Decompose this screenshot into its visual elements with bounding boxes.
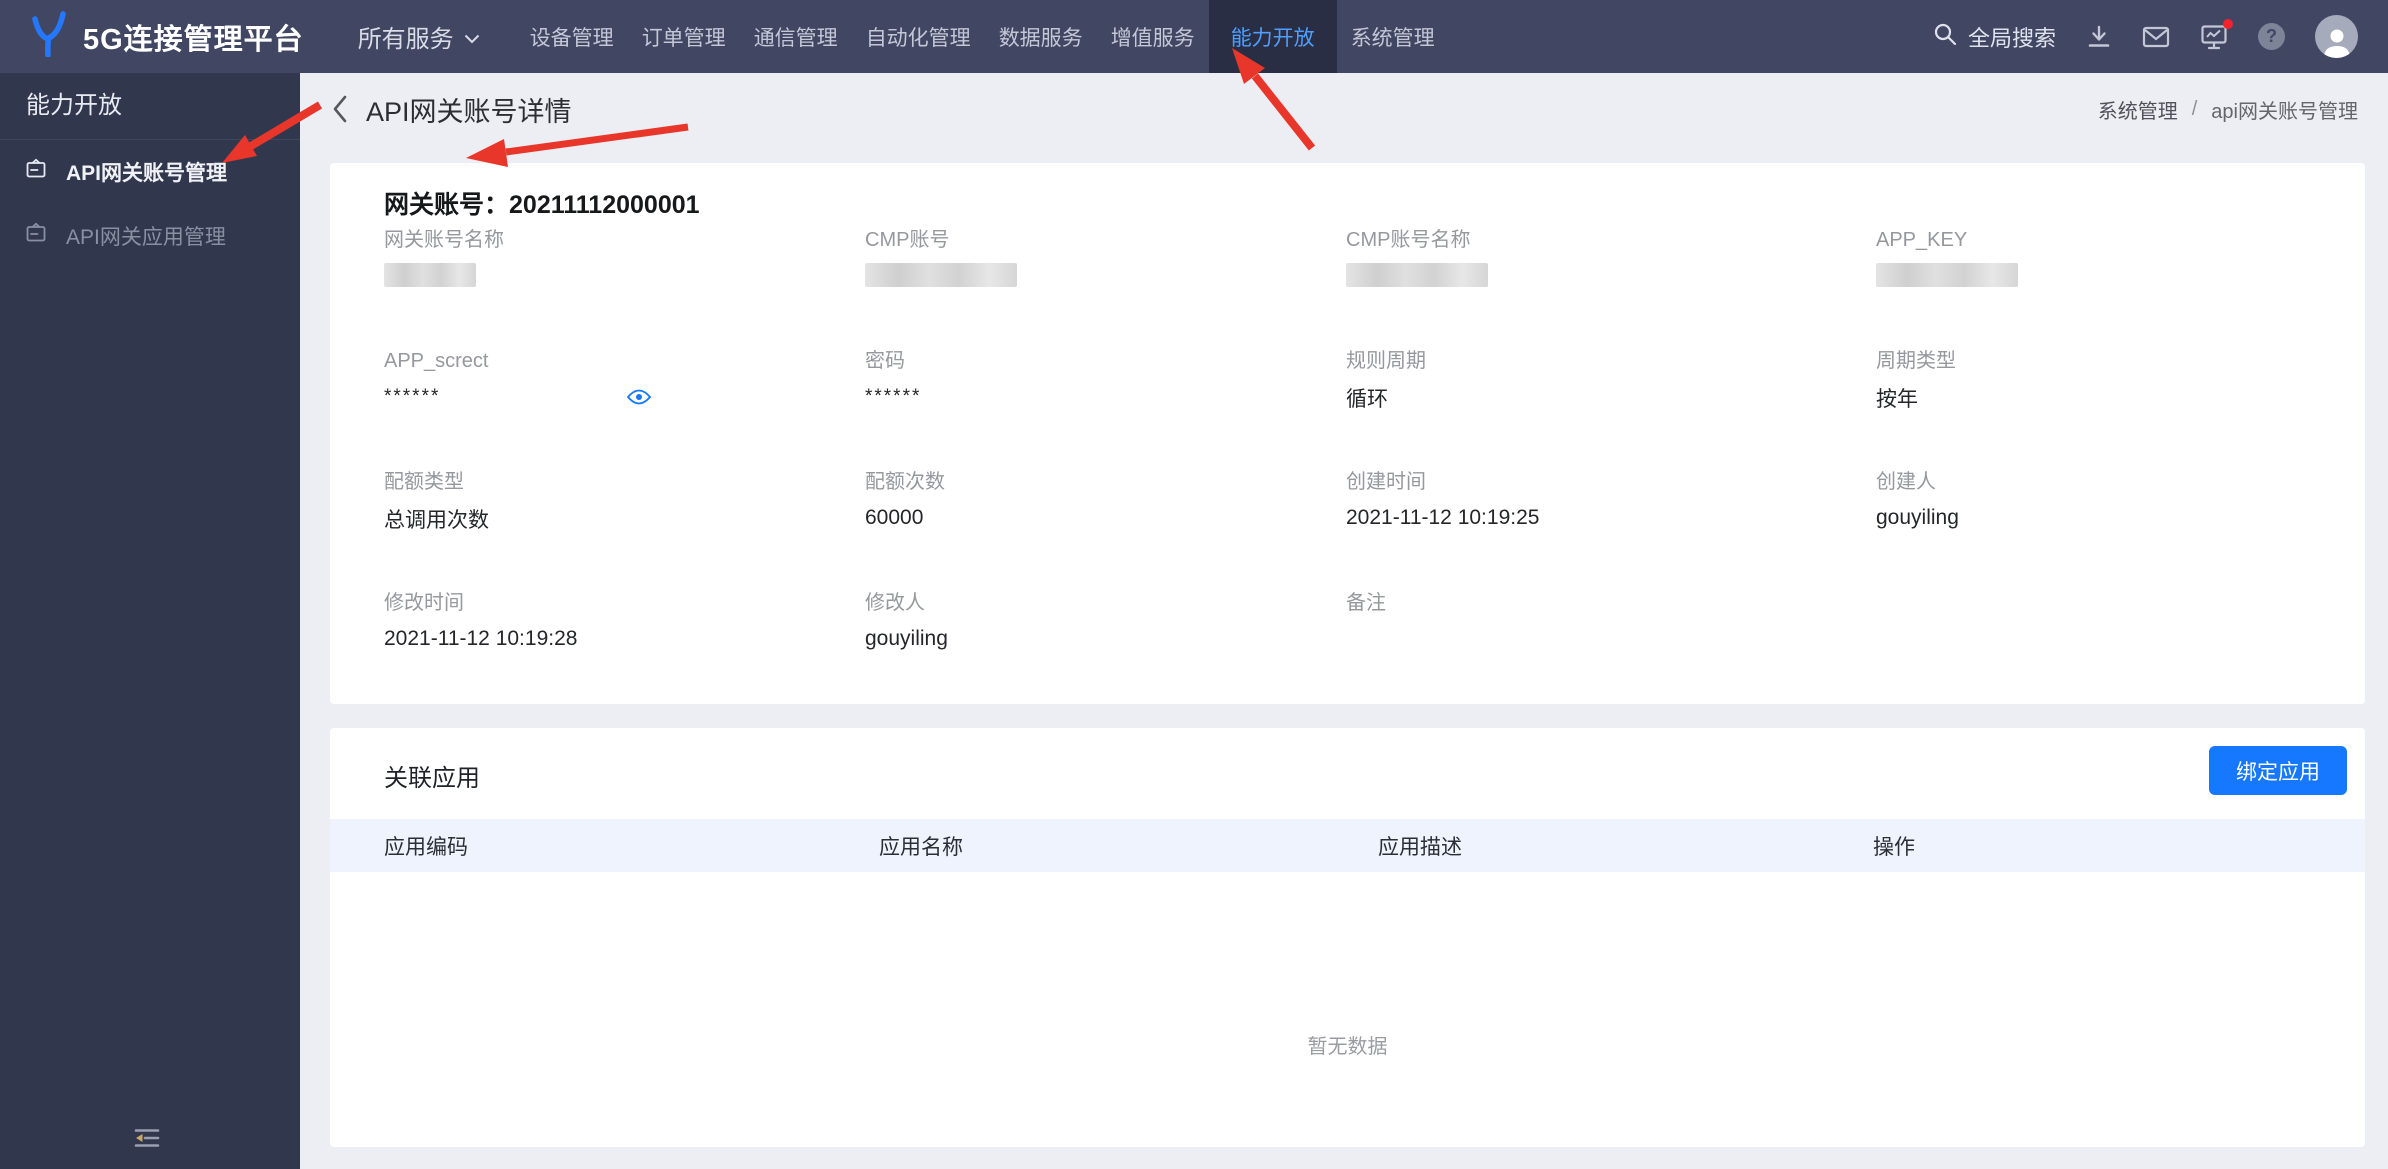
sidebar-item-label: API网关应用管理 — [66, 226, 226, 249]
show-secret-eye-icon[interactable] — [626, 388, 652, 406]
column-actions: 操作 — [1873, 835, 1915, 859]
field-app-secret: APP_screct ****** — [384, 348, 865, 469]
sidebar-item-api-gateway-app[interactable]: API网关应用管理 — [0, 204, 300, 268]
related-apps-table-header: 应用编码 应用名称 应用描述 操作 — [330, 819, 2365, 872]
nav-data-services[interactable]: 数据服务 — [985, 0, 1097, 73]
clipboard-icon — [24, 221, 48, 251]
breadcrumb-separator: / — [2191, 97, 2198, 120]
redacted-value — [1346, 263, 1488, 287]
field-cmp-account-name: CMP账号名称 — [1346, 227, 1876, 348]
field-create-time: 创建时间 2021-11-12 10:19:25 — [1346, 471, 1540, 529]
message-icon[interactable] — [2142, 25, 2170, 49]
platform-title: 5G连接管理平台 — [83, 23, 304, 56]
redacted-value — [1876, 263, 2018, 287]
nav-order-management[interactable]: 订单管理 — [628, 0, 740, 73]
global-search-label: 全局搜索 — [1967, 25, 2056, 51]
redacted-value — [384, 263, 476, 287]
field-rule-cycle: 规则周期 循环 — [1346, 350, 1426, 411]
monitor-icon[interactable] — [2200, 19, 2233, 50]
app-root: 5G连接管理平台 所有服务 设备管理 订单管理 通信管理 自动化管理 数据服务 … — [0, 0, 2388, 1169]
nav-automation-management[interactable]: 自动化管理 — [852, 0, 985, 73]
primary-nav: 所有服务 设备管理 订单管理 通信管理 自动化管理 数据服务 增值服务 能力开放… — [344, 0, 1449, 73]
nav-communication-management[interactable]: 通信管理 — [740, 0, 852, 73]
page-header: API网关账号详情 系统管理 / api网关账号管理 — [300, 73, 2388, 145]
sidebar-item-label: API网关账号管理 — [66, 162, 228, 185]
detail-fields-grid: 网关账号名称 CMP账号 CMP账号名称 APP_KEY APP_screct … — [384, 227, 2345, 711]
field-modify-time: 修改时间 2021-11-12 10:19:28 — [384, 592, 578, 650]
nav-capability-opening[interactable]: 能力开放 — [1208, 0, 1337, 73]
chevron-down-icon — [464, 23, 480, 51]
breadcrumb-current: api网关账号管理 — [2211, 100, 2358, 123]
gateway-account-title: 网关账号：20211112000001 — [384, 191, 700, 219]
field-cmp-account: CMP账号 — [865, 227, 1346, 348]
search-icon — [1932, 21, 1958, 53]
sidebar-collapse-icon[interactable] — [128, 1122, 166, 1159]
nav-all-services[interactable]: 所有服务 — [344, 0, 494, 73]
field-remark: 备注 — [1346, 592, 1386, 614]
page-title: API网关账号详情 — [366, 96, 572, 127]
global-search[interactable]: 全局搜索 — [1932, 21, 2056, 53]
nav-value-added-services[interactable]: 增值服务 — [1097, 0, 1209, 73]
column-app-description: 应用描述 — [1378, 835, 1462, 859]
related-apps-title: 关联应用 — [384, 765, 480, 792]
field-app-key: APP_KEY — [1876, 227, 2345, 348]
back-button[interactable] — [330, 93, 350, 125]
logo[interactable]: 5G连接管理平台 — [0, 11, 304, 62]
field-gateway-account-name: 网关账号名称 — [384, 227, 865, 348]
user-avatar[interactable] — [2315, 15, 2358, 58]
notification-dot — [2223, 19, 2233, 29]
field-quota-type: 配额类型 总调用次数 — [384, 471, 489, 532]
nav-device-management[interactable]: 设备管理 — [516, 0, 628, 73]
column-app-code: 应用编码 — [384, 835, 468, 859]
download-icon[interactable] — [2086, 24, 2112, 50]
breadcrumb-parent[interactable]: 系统管理 — [2098, 95, 2178, 124]
topbar-actions: 全局搜索 ? — [1932, 15, 2388, 58]
sidebar-item-api-gateway-account[interactable]: API网关账号管理 — [0, 140, 300, 204]
breadcrumb: 系统管理 / api网关账号管理 — [2098, 95, 2358, 124]
column-app-name: 应用名称 — [879, 835, 963, 859]
field-quota-count: 配额次数 60000 — [865, 471, 945, 529]
nav-system-management[interactable]: 系统管理 — [1337, 0, 1449, 73]
bind-app-button[interactable]: 绑定应用 — [2209, 746, 2347, 795]
sidebar: 能力开放 API网关账号管理 API网关应用管理 — [0, 73, 300, 1169]
field-creator: 创建人 gouyiling — [1876, 471, 1959, 529]
brand-icon — [28, 11, 70, 62]
field-password: 密码 ****** — [865, 350, 922, 407]
sidebar-title: 能力开放 — [0, 73, 300, 140]
field-modifier: 修改人 gouyiling — [865, 592, 948, 650]
help-icon[interactable]: ? — [2258, 23, 2285, 50]
clipboard-icon — [24, 157, 48, 187]
gateway-detail-card: 网关账号：20211112000001 网关账号名称 CMP账号 CMP账号名称… — [330, 163, 2365, 704]
related-apps-card: 关联应用 绑定应用 应用编码 应用名称 应用描述 操作 暂无数据 — [330, 728, 2365, 1147]
empty-state-text: 暂无数据 — [1307, 1036, 1388, 1058]
redacted-value — [865, 263, 1017, 287]
field-cycle-type: 周期类型 按年 — [1876, 350, 1956, 411]
top-navigation-bar: 5G连接管理平台 所有服务 设备管理 订单管理 通信管理 自动化管理 数据服务 … — [0, 0, 2388, 73]
